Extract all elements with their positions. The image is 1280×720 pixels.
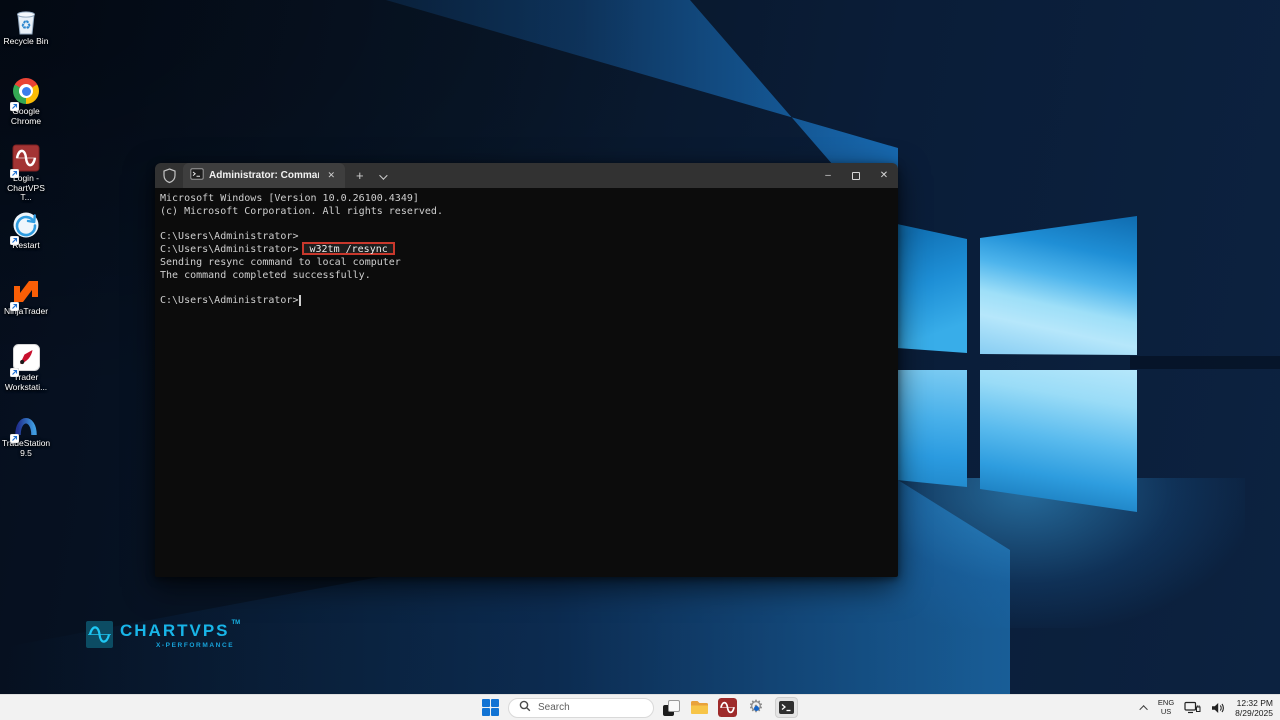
tray-hidden-icons-button[interactable] — [1142, 705, 1148, 711]
chrome-icon — [11, 76, 41, 106]
ninjatrader-icon — [11, 276, 41, 306]
terminal-line-copyright: (c) Microsoft Corporation. All rights re… — [160, 206, 898, 219]
chevron-down-icon — [379, 171, 387, 179]
windows-logo-pane-top-left — [897, 222, 967, 354]
taskbar-search-box[interactable]: Search — [508, 698, 654, 718]
desktop-icon-label: Recycle Bin — [4, 37, 49, 47]
tray-time: 12:32 PM — [1237, 698, 1273, 708]
desktop-icon-label: Google Chrome — [1, 107, 51, 126]
highlighted-command: w32tm /resync — [302, 242, 394, 255]
terminal-line-blank — [160, 219, 898, 232]
desktop-icon-trader-workstation[interactable]: Trader Workstati... — [1, 342, 51, 392]
prompt-text: C:\Users\Administrator> — [160, 244, 298, 255]
new-tab-button[interactable]: + — [349, 167, 371, 184]
windows-start-icon — [482, 699, 499, 716]
maximize-icon — [852, 172, 860, 180]
text-cursor — [299, 295, 301, 306]
start-button[interactable] — [482, 699, 499, 716]
recycle-bin-icon: ♻ — [11, 6, 41, 36]
shortcut-arrow-badge — [10, 165, 19, 174]
terminal-output-area[interactable]: Microsoft Windows [Version 10.0.26100.43… — [155, 188, 898, 577]
cmd-icon — [190, 167, 204, 185]
taskbar-settings[interactable]: ⚙ — [746, 698, 766, 718]
search-icon — [519, 699, 531, 717]
windows-logo-pane-bottom-right — [980, 370, 1137, 515]
folder-icon — [690, 700, 709, 715]
windows-logo-pane-top-right — [980, 216, 1137, 356]
chartvps-branding: CHARTVPS TM X-PERFORMANCE — [86, 621, 240, 653]
language-line2: US — [1161, 708, 1171, 717]
desktop-icon-login-chartvps[interactable]: Login - ChartVPS T... — [1, 143, 51, 203]
terminal-tab[interactable]: Administrator: Command Pro ✕ — [183, 163, 345, 188]
tab-dropdown-button[interactable] — [371, 163, 393, 189]
close-button[interactable]: ✕ — [870, 163, 898, 188]
maximize-button[interactable] — [842, 163, 870, 188]
wallpaper-horizon-line — [1130, 356, 1280, 369]
chartvps-red-icon — [718, 698, 737, 717]
taskbar-file-explorer[interactable] — [690, 700, 709, 715]
terminal-line-output1: Sending resync command to local computer — [160, 257, 898, 270]
chevron-up-icon — [1139, 705, 1147, 713]
windows-desktop: ♻ Recycle Bin Google Chrome Login - Char… — [0, 0, 1280, 720]
desktop-icon-google-chrome[interactable]: Google Chrome — [1, 76, 51, 126]
taskbar: Search ⚙ — [0, 694, 1280, 720]
terminal-titlebar[interactable]: Administrator: Command Pro ✕ + – ✕ — [155, 163, 898, 188]
trader-workstation-icon — [11, 342, 41, 372]
terminal-line-output2: The command completed successfully. — [160, 270, 898, 283]
tradestation-icon — [11, 408, 41, 438]
wallpaper-floor-glow — [845, 478, 1245, 628]
shortcut-arrow-badge — [10, 430, 19, 439]
volume-tray-button[interactable] — [1211, 702, 1225, 714]
chartvps-wordmark: CHARTVPS — [120, 621, 230, 640]
desktop-icon-restart[interactable]: Restart — [1, 210, 51, 251]
taskbar-chartvps-app[interactable] — [718, 698, 737, 717]
admin-shield-icon — [155, 163, 176, 188]
tray-date: 8/29/2025 — [1235, 708, 1273, 718]
taskbar-app-windows[interactable] — [663, 699, 681, 717]
search-placeholder-text: Search — [538, 702, 570, 713]
speaker-icon — [1211, 702, 1225, 714]
desktop-icon-recycle-bin[interactable]: ♻ Recycle Bin — [1, 6, 51, 47]
shortcut-arrow-badge — [10, 98, 19, 107]
taskbar-terminal-active[interactable] — [775, 697, 798, 718]
tab-close-icon[interactable]: ✕ — [324, 169, 338, 182]
shortcut-arrow-badge — [10, 232, 19, 241]
tab-title: Administrator: Command Pro — [209, 170, 319, 181]
terminal-line-version: Microsoft Windows [Version 10.0.26100.43… — [160, 193, 898, 206]
desktop-icon-ninjatrader[interactable]: NinjaTrader — [1, 276, 51, 317]
desktop-icon-label: TradeStation 9.5 — [1, 439, 51, 458]
terminal-line-prompt: C:\Users\Administrator> — [160, 231, 898, 244]
terminal-line-command: C:\Users\Administrator> w32tm /resync — [160, 244, 898, 257]
restart-icon — [11, 210, 41, 240]
windows-logo-pane-bottom-left — [897, 370, 967, 492]
shortcut-arrow-badge — [10, 298, 19, 307]
terminal-icon — [779, 701, 794, 714]
language-indicator[interactable]: ENG US — [1158, 699, 1174, 716]
minimize-button[interactable]: – — [814, 163, 842, 188]
terminal-window: Administrator: Command Pro ✕ + – ✕ Micro… — [155, 163, 898, 577]
chartvps-logo-icon — [86, 621, 113, 653]
chartvps-tagline: X-PERFORMANCE — [120, 642, 240, 649]
shortcut-arrow-badge — [10, 364, 19, 373]
trademark-symbol: TM — [232, 620, 241, 626]
prompt-text: C:\Users\Administrator> — [160, 295, 298, 306]
svg-text:♻: ♻ — [21, 18, 32, 32]
desktop-icon-label: Trader Workstati... — [1, 373, 51, 392]
network-tray-button[interactable] — [1184, 701, 1201, 714]
clock[interactable]: 12:32 PM 8/29/2025 — [1235, 698, 1273, 718]
terminal-line-active-prompt: C:\Users\Administrator> — [160, 295, 898, 308]
chartvps-login-icon — [11, 143, 41, 173]
network-icon — [1184, 701, 1201, 714]
desktop-icon-label: Login - ChartVPS T... — [1, 174, 51, 203]
terminal-line-blank — [160, 283, 898, 296]
desktop-icon-tradestation[interactable]: TradeStation 9.5 — [1, 408, 51, 458]
